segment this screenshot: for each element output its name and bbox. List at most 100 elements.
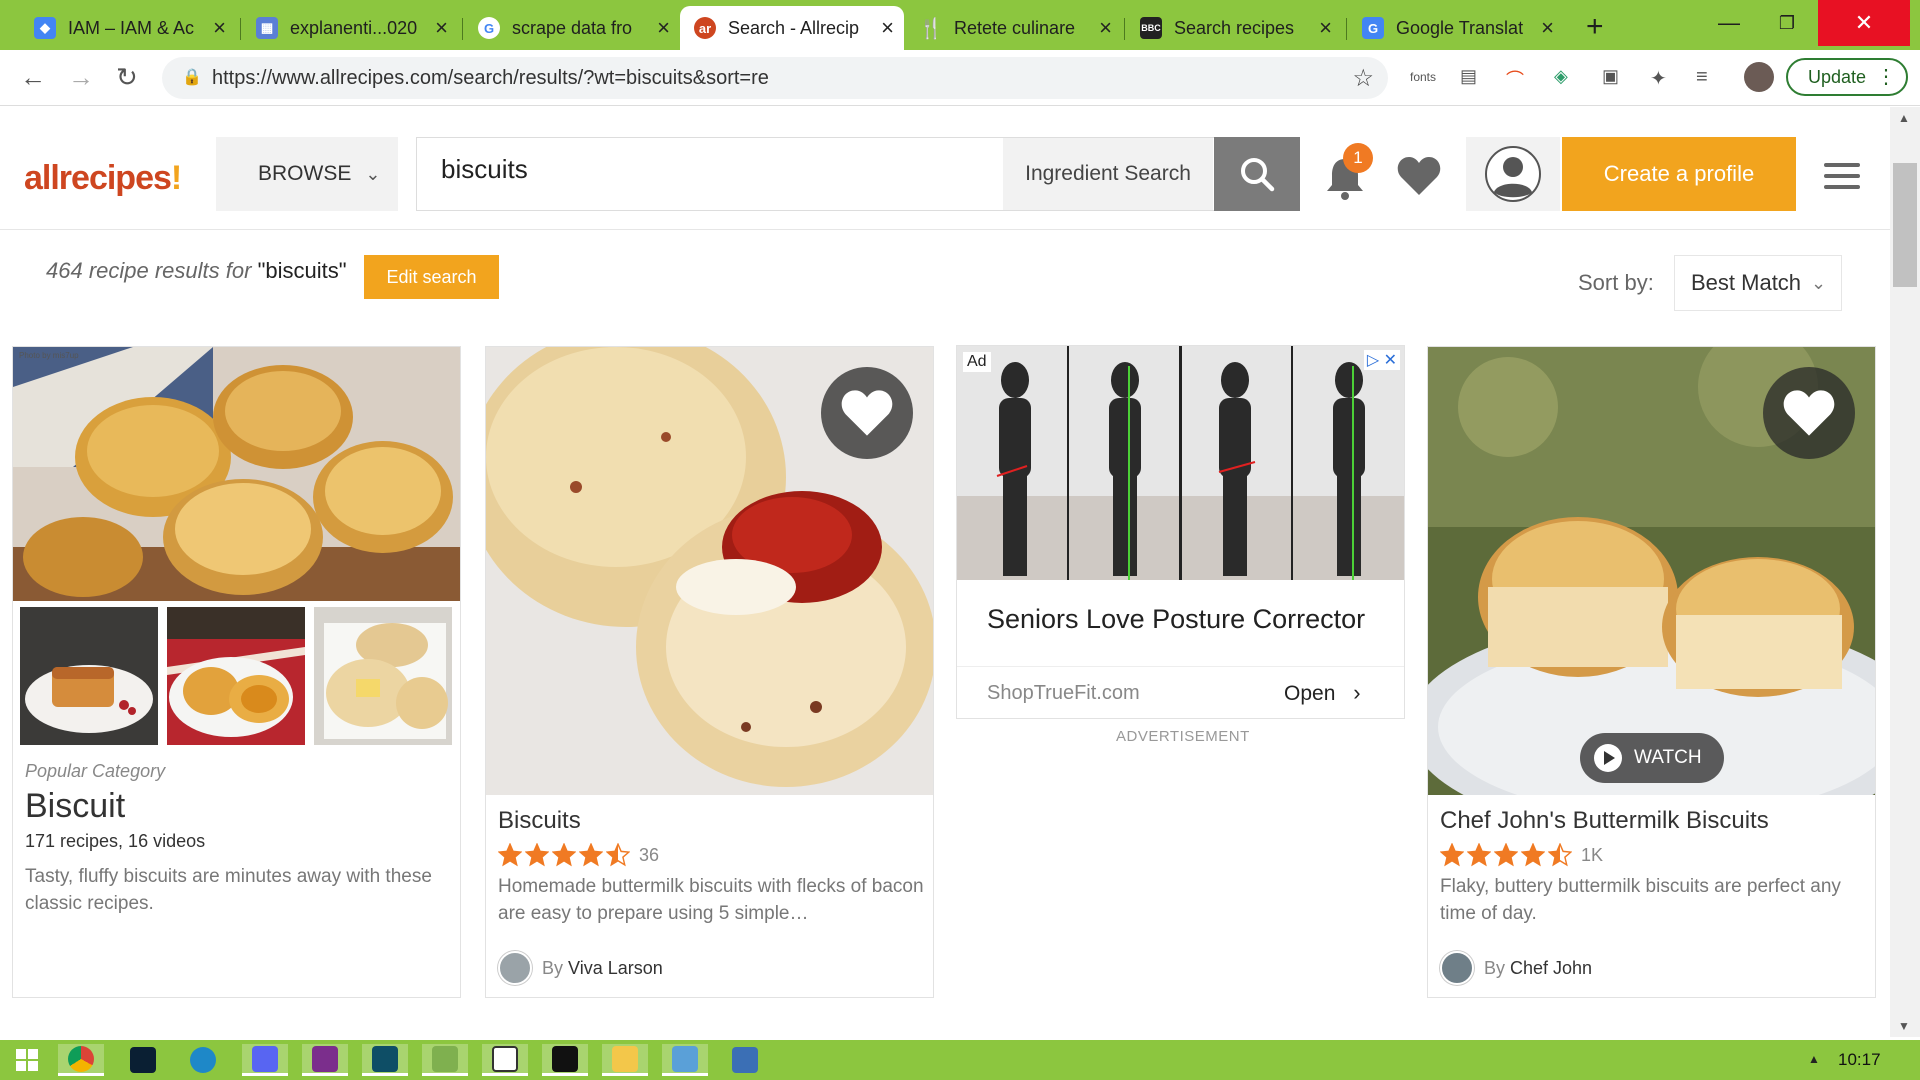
ad-open-button[interactable]: Open › — [1284, 680, 1361, 706]
more-menu-icon[interactable]: ⋮ — [1876, 64, 1896, 89]
puzzle-extensions-icon[interactable]: ✦ — [1650, 66, 1667, 91]
scrollbar-thumb[interactable] — [1893, 163, 1917, 287]
close-tab-icon[interactable]: × — [1319, 15, 1332, 41]
windows-start-icon[interactable] — [4, 1044, 50, 1076]
hamburger-menu-icon[interactable] — [1824, 163, 1860, 196]
star-icon — [1440, 843, 1464, 867]
tab-iam[interactable]: ◆ IAM – IAM & Ac × — [20, 6, 236, 50]
author-avatar[interactable] — [498, 951, 532, 985]
css-extension-icon[interactable]: ▤ — [1460, 66, 1477, 87]
tab-explanenti[interactable]: ▦ explanenti...020 × — [242, 6, 458, 50]
close-tab-icon[interactable]: × — [435, 15, 448, 41]
tab-retete-culinare[interactable]: 🍴 Retete culinare × — [906, 6, 1122, 50]
browse-menu-button[interactable]: BROWSE ⌄ — [216, 137, 398, 211]
tab-google-search[interactable]: G scrape data fro × — [464, 6, 680, 50]
scroll-up-arrow-icon[interactable]: ▲ — [1898, 111, 1910, 125]
close-window-button[interactable]: ✕ — [1818, 0, 1910, 46]
ad-domain: ShopTrueFit.com — [987, 682, 1140, 704]
reload-icon[interactable]: ↻ — [116, 62, 138, 93]
search-input[interactable] — [441, 154, 1001, 185]
category-label: Popular Category — [25, 761, 166, 781]
author-name[interactable]: Viva Larson — [568, 958, 663, 979]
recipe-title[interactable]: Biscuits — [498, 807, 581, 835]
category-thumbnail[interactable] — [20, 607, 158, 745]
notification-badge: 1 — [1343, 143, 1373, 173]
ad-title[interactable]: Seniors Love Posture Corrector — [987, 604, 1365, 635]
restore-button[interactable]: ❐ — [1752, 0, 1822, 46]
k-extension-icon[interactable]: ▣ — [1602, 66, 1619, 87]
bookmark-star-icon[interactable]: ☆ — [1352, 64, 1374, 93]
terminal-taskbar-icon[interactable] — [542, 1044, 588, 1076]
user-account-button[interactable] — [1466, 137, 1560, 211]
file-explorer-taskbar-icon[interactable] — [602, 1044, 648, 1076]
category-title[interactable]: Biscuit — [25, 787, 125, 826]
tab-separator — [1124, 18, 1125, 40]
update-chrome-button[interactable]: Update ⋮ — [1786, 58, 1908, 96]
scroll-down-arrow-icon[interactable]: ▼ — [1898, 1019, 1910, 1033]
photoshop-taskbar-icon[interactable] — [120, 1044, 166, 1076]
author-name[interactable]: Chef John — [1510, 958, 1592, 979]
category-main-photo[interactable]: Photo by mis7up — [13, 347, 460, 601]
close-tab-icon[interactable]: × — [1099, 15, 1112, 41]
ad-image[interactable] — [957, 346, 1404, 580]
create-profile-button[interactable]: Create a profile — [1562, 137, 1796, 211]
back-arrow-icon[interactable]: ← — [20, 62, 46, 93]
star-rating: 1K — [1440, 843, 1603, 867]
save-recipe-button[interactable] — [1763, 367, 1855, 459]
star-icon — [1521, 843, 1545, 867]
search-icon — [1241, 158, 1275, 192]
edit-search-label: Edit search — [386, 266, 477, 287]
heart-icon — [1783, 390, 1835, 436]
sort-dropdown[interactable]: Best Match ⌄ — [1674, 255, 1842, 311]
discord-taskbar-icon[interactable] — [242, 1044, 288, 1076]
adchoices-close-icon[interactable]: ▷ ✕ — [1363, 350, 1400, 370]
allrecipes-logo[interactable]: allrecipes! — [24, 159, 182, 198]
close-tab-icon[interactable]: × — [881, 15, 894, 41]
category-card[interactable]: Photo by mis7up Popular Category Biscuit… — [12, 346, 461, 998]
tab-search-recipes[interactable]: BBC Search recipes × — [1126, 6, 1342, 50]
watch-video-button[interactable]: WATCH — [1580, 733, 1724, 783]
recipe-title[interactable]: Chef John's Buttermilk Biscuits — [1440, 807, 1769, 835]
edge-taskbar-icon[interactable] — [180, 1044, 226, 1076]
chrome-taskbar-icon[interactable] — [58, 1044, 104, 1076]
saved-heart-icon[interactable] — [1396, 155, 1442, 197]
advertisement-caption: ADVERTISEMENT — [1116, 728, 1250, 745]
save-recipe-button[interactable] — [821, 367, 913, 459]
category-thumbnail[interactable] — [314, 607, 452, 745]
remote-desktop-taskbar-icon[interactable] — [662, 1044, 708, 1076]
create-profile-label: Create a profile — [1603, 161, 1755, 186]
onenote-taskbar-icon[interactable] — [302, 1044, 348, 1076]
recipe-card[interactable]: Biscuits 36 Homemade buttermilk biscuits… — [485, 346, 934, 998]
fonts-extension-icon[interactable]: fonts — [1410, 70, 1436, 84]
page-scrollbar[interactable]: ▲ ▼ — [1890, 107, 1920, 1037]
ingredient-search-button[interactable]: Ingredient Search — [1003, 138, 1213, 210]
taskbar-clock[interactable]: 10:17 — [1838, 1050, 1881, 1070]
recipe-description: Flaky, buttery buttermilk biscuits are p… — [1440, 876, 1841, 924]
address-bar[interactable]: 🔒 https://www.allrecipes.com/search/resu… — [162, 57, 1388, 99]
forward-arrow-icon[interactable]: → — [68, 62, 94, 93]
book-taskbar-icon[interactable] — [362, 1044, 408, 1076]
media-queue-icon[interactable]: ≡ — [1696, 66, 1708, 89]
network-app-taskbar-icon[interactable] — [722, 1044, 768, 1076]
tab-allrecipes[interactable]: ar Search - Allrecip × — [680, 6, 904, 50]
profile-avatar-icon[interactable] — [1744, 62, 1774, 92]
advertisement-card[interactable]: Ad ▷ ✕ Seniors Love Posture Corrector Sh… — [956, 345, 1405, 719]
tab-google-translate[interactable]: G Google Translat × — [1348, 6, 1564, 50]
recipe-card[interactable]: WATCH Chef John's Buttermilk Biscuits 1K… — [1427, 346, 1876, 998]
search-button[interactable] — [1214, 137, 1300, 211]
author-avatar[interactable] — [1440, 951, 1474, 985]
site-header: allrecipes! BROWSE ⌄ Ingredient Search 1… — [0, 107, 1890, 230]
category-thumbnail[interactable] — [167, 607, 305, 745]
reader-taskbar-icon[interactable] — [482, 1044, 528, 1076]
tray-overflow-icon[interactable]: ▲ — [1808, 1052, 1820, 1066]
url-text[interactable]: https://www.allrecipes.com/search/result… — [212, 67, 769, 90]
sheet-icon: ▦ — [256, 17, 278, 39]
edit-search-button[interactable]: Edit search — [364, 255, 499, 299]
gem-extension-icon[interactable]: ◈ — [1554, 66, 1568, 87]
notepad-taskbar-icon[interactable] — [422, 1044, 468, 1076]
close-tab-icon[interactable]: × — [213, 15, 226, 41]
close-tab-icon[interactable]: × — [1541, 15, 1554, 41]
close-tab-icon[interactable]: × — [657, 15, 670, 41]
new-tab-button[interactable]: + — [1586, 10, 1604, 44]
arc-extension-icon[interactable]: ⌒ — [1506, 66, 1524, 92]
